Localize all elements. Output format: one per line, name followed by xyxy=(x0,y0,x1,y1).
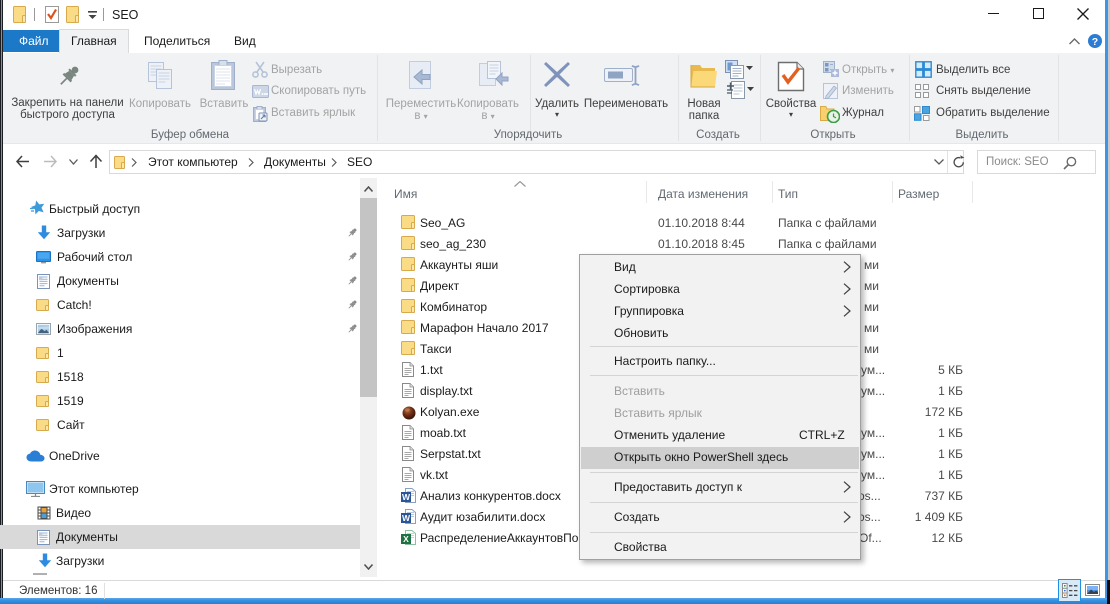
svg-text:W: W xyxy=(402,513,411,523)
svg-text:X: X xyxy=(403,534,409,544)
svg-text:W: W xyxy=(402,492,411,502)
svg-text:?: ? xyxy=(1092,36,1098,48)
